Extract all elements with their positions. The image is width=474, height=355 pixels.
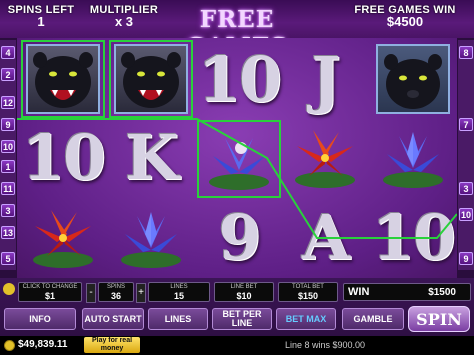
payline-indicator[interactable]: 4 [1, 46, 15, 59]
gamble-button[interactable]: GAMBLE [342, 308, 404, 330]
reel-4-symbol-3: A [283, 198, 367, 276]
total-bet-label: TOTAL BET [292, 284, 324, 290]
reel-5-symbol-2 [371, 118, 455, 196]
red-lily-icon [295, 130, 355, 188]
line-bet-box: LINE BET $10 [214, 282, 274, 302]
spins-value: 36 [110, 291, 121, 301]
balance-value: $49,839.11 [18, 339, 68, 350]
win-message: Line 8 wins $900.00 [285, 340, 366, 350]
bet-max-button[interactable]: BET MAX [276, 308, 336, 330]
payline-indicator[interactable]: 11 [1, 182, 15, 195]
status-bar: $49,839.11 Play for real money Line 8 wi… [0, 336, 474, 355]
blue-lotus-icon [383, 132, 443, 188]
spins-box: SPINS 36 [98, 282, 134, 302]
spins-minus-button[interactable]: - [86, 283, 96, 303]
win-value: $1500 [428, 287, 456, 298]
line-bet-value: $10 [236, 291, 252, 301]
payline-indicator[interactable]: 10 [459, 208, 473, 221]
spin-button[interactable]: SPIN [408, 306, 470, 332]
win-label: WIN [348, 286, 370, 298]
payline-indicator[interactable]: 3 [459, 182, 473, 195]
ten-symbol: 10 [197, 42, 282, 116]
free-games-win-value: $4500 [386, 14, 424, 29]
lines-value: 15 [173, 291, 184, 301]
payline-indicator[interactable]: 8 [459, 46, 473, 59]
auto-start-button[interactable]: AUTO START [82, 308, 144, 330]
payline-indicator[interactable]: 13 [1, 226, 15, 239]
reel-3-symbol-2 [197, 120, 281, 198]
reel-4-symbol-2 [283, 118, 367, 196]
payline-indicator[interactable]: 5 [1, 252, 15, 265]
jack-symbol: J [311, 42, 340, 116]
red-lily-icon [33, 210, 93, 268]
win-box: WIN $1500 [343, 283, 471, 301]
spins-left-stat: SPINS LEFT 1 [6, 4, 76, 28]
lines-box: LINES 15 [148, 282, 210, 302]
blue-lotus-glow-icon [209, 138, 269, 190]
payline-indicator[interactable]: 9 [459, 252, 473, 265]
bet-per-line-button[interactable]: BET PER LINE [212, 308, 272, 330]
reel-1-symbol-3 [21, 198, 105, 276]
reel-3-symbol-1: 10 [197, 40, 282, 118]
payline-indicator[interactable]: 3 [1, 204, 15, 217]
coin-toggle-icon[interactable] [3, 283, 15, 295]
reel-2-symbol-3 [109, 198, 193, 276]
free-games-win-stat: FREE GAMES WIN $4500 [340, 4, 470, 28]
panther-symbol-icon [26, 44, 100, 114]
coin-value-selector[interactable]: CLICK TO CHANGE $1 [18, 282, 82, 302]
multiplier-stat: MULTIPLIER x 3 [86, 4, 162, 28]
reel-4-symbol-1: J [283, 40, 367, 118]
play-for-real-money-button[interactable]: Play for real money [84, 337, 140, 353]
nine-symbol: 9 [218, 200, 261, 274]
payline-indicator[interactable]: 10 [1, 140, 15, 153]
reel-2-symbol-1 [109, 40, 193, 118]
reel-5-symbol-1 [371, 40, 455, 118]
reel-3-symbol-3: 9 [197, 198, 281, 276]
top-bar: SPINS LEFT 1 MULTIPLIER x 3 FREE GAMES F… [0, 0, 474, 60]
payline-indicator[interactable]: 7 [459, 118, 473, 131]
click-to-change-label: CLICK TO CHANGE [22, 284, 78, 290]
ten-symbol: 10 [371, 200, 456, 274]
multiplier-value: x 3 [114, 14, 134, 29]
total-bet-value: $150 [297, 291, 319, 301]
king-symbol: K [125, 120, 179, 194]
lines-label: LINES [170, 284, 188, 290]
panther-symbol-icon [114, 44, 188, 114]
blue-lotus-icon [121, 212, 181, 268]
left-payline-indicators: 4 2 12 9 10 1 11 3 13 5 [0, 40, 16, 270]
spins-label: SPINS [106, 284, 125, 290]
ace-symbol: A [301, 200, 350, 274]
reel-5-symbol-3: 10 [371, 198, 456, 276]
reel-2-symbol-2: K [109, 118, 193, 196]
right-payline-indicators: 8 7 3 10 9 [458, 40, 474, 270]
info-button[interactable]: INFO [4, 308, 76, 330]
payline-indicator[interactable]: 12 [1, 96, 15, 109]
reel-1-symbol-2: 10 [21, 118, 106, 196]
spins-plus-button[interactable]: + [136, 283, 146, 303]
line-bet-label: LINE BET [230, 284, 258, 290]
ten-symbol: 10 [21, 120, 106, 194]
payline-indicator[interactable]: 9 [1, 118, 15, 131]
coin-icon [4, 340, 15, 351]
reel-1-symbol-1 [21, 40, 105, 118]
payline-indicator[interactable]: 2 [1, 68, 15, 81]
coin-value: $1 [44, 291, 55, 301]
total-bet-box: TOTAL BET $150 [278, 282, 338, 302]
panther-symbol-icon [376, 44, 450, 114]
reel-area: 10 K 10 9 J A 10 [17, 38, 457, 278]
spins-left-value: 1 [37, 14, 45, 29]
payline-indicator[interactable]: 1 [1, 160, 15, 173]
lines-button[interactable]: LINES [148, 308, 208, 330]
